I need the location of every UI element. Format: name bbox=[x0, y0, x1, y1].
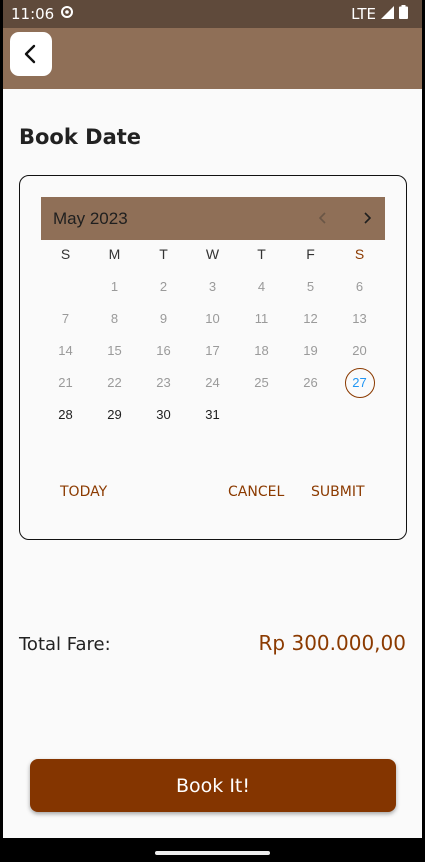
weekday-label: T bbox=[257, 246, 266, 262]
back-button[interactable] bbox=[10, 32, 52, 76]
network-label: LTE bbox=[351, 5, 376, 23]
day-cell: 21 bbox=[58, 375, 73, 390]
day-cell: 20 bbox=[352, 343, 367, 358]
day-cell[interactable]: 30 bbox=[139, 401, 188, 429]
day-cell: 11 bbox=[254, 311, 269, 326]
day-cell: 1 bbox=[110, 279, 119, 294]
weekday-label: S bbox=[354, 246, 365, 262]
day-cell: 24 bbox=[205, 375, 220, 390]
weekday-label: F bbox=[306, 246, 315, 262]
day-cell: 5 bbox=[306, 279, 315, 294]
day-cell: 2 bbox=[159, 279, 168, 294]
chevron-left-icon bbox=[318, 212, 326, 224]
day-cell: 14 bbox=[58, 343, 73, 358]
day-cell: 15 bbox=[107, 343, 122, 358]
day-cell: 25 bbox=[254, 375, 269, 390]
weekday-row: S M T W T F S bbox=[41, 246, 385, 268]
day-cell[interactable]: 28 bbox=[41, 401, 90, 429]
home-indicator[interactable] bbox=[155, 851, 270, 855]
cancel-button[interactable]: CANCEL bbox=[228, 484, 284, 500]
day-cell: 26 bbox=[303, 375, 318, 390]
signal-icon bbox=[381, 5, 394, 23]
day-cell: 17 bbox=[205, 343, 220, 358]
prev-month-button[interactable] bbox=[318, 209, 327, 228]
chevron-left-icon bbox=[24, 44, 36, 64]
chevron-right-icon bbox=[364, 212, 372, 224]
status-time: 11:06 bbox=[11, 5, 55, 23]
weekday-label: S bbox=[60, 246, 71, 262]
day-cell: 6 bbox=[355, 279, 364, 294]
settings-icon bbox=[60, 5, 74, 23]
next-month-button[interactable] bbox=[363, 209, 372, 228]
day-cell[interactable]: 31 bbox=[188, 401, 237, 429]
day-cell: 9 bbox=[159, 311, 168, 326]
day-cell: 23 bbox=[156, 375, 171, 390]
book-button[interactable]: Book It! bbox=[30, 759, 396, 812]
day-cell: 12 bbox=[303, 311, 318, 326]
status-bar: 11:06 LTE bbox=[3, 0, 422, 28]
day-cell: 3 bbox=[208, 279, 217, 294]
day-cell: 8 bbox=[110, 311, 119, 326]
day-cell: 18 bbox=[254, 343, 269, 358]
navigation-bar bbox=[3, 838, 422, 862]
day-cell: 10 bbox=[205, 311, 220, 326]
weekday-label: T bbox=[159, 246, 168, 262]
month-label[interactable]: May 2023 bbox=[53, 209, 128, 229]
day-cell: 7 bbox=[61, 311, 70, 326]
app-bar bbox=[3, 28, 422, 89]
day-cell: 19 bbox=[303, 343, 318, 358]
weekday-label: M bbox=[108, 246, 121, 262]
day-cell: 16 bbox=[156, 343, 171, 358]
date-picker-card: May 2023 S M T W T F S 1 2 3 4 5 6 7 8 9… bbox=[19, 175, 407, 540]
page-title: Book Date bbox=[19, 125, 142, 149]
total-fare-label: Total Fare: bbox=[19, 634, 111, 655]
day-cell: 22 bbox=[107, 375, 122, 390]
day-cell-selected[interactable]: 27 bbox=[335, 368, 384, 398]
day-cell: 4 bbox=[257, 279, 266, 294]
day-cell[interactable]: 29 bbox=[90, 401, 139, 429]
today-button[interactable]: TODAY bbox=[60, 484, 107, 500]
calendar-actions: TODAY CANCEL SUBMIT bbox=[20, 484, 408, 504]
day-cell: 13 bbox=[352, 311, 367, 326]
screen: 11:06 LTE Book Date May 2023 S M T W T F… bbox=[3, 0, 422, 862]
battery-icon bbox=[399, 5, 408, 23]
total-fare-value: Rp 300.000,00 bbox=[258, 631, 406, 655]
submit-button[interactable]: SUBMIT bbox=[311, 484, 365, 500]
calendar-header: May 2023 bbox=[41, 197, 385, 240]
weekday-label: W bbox=[205, 246, 220, 262]
